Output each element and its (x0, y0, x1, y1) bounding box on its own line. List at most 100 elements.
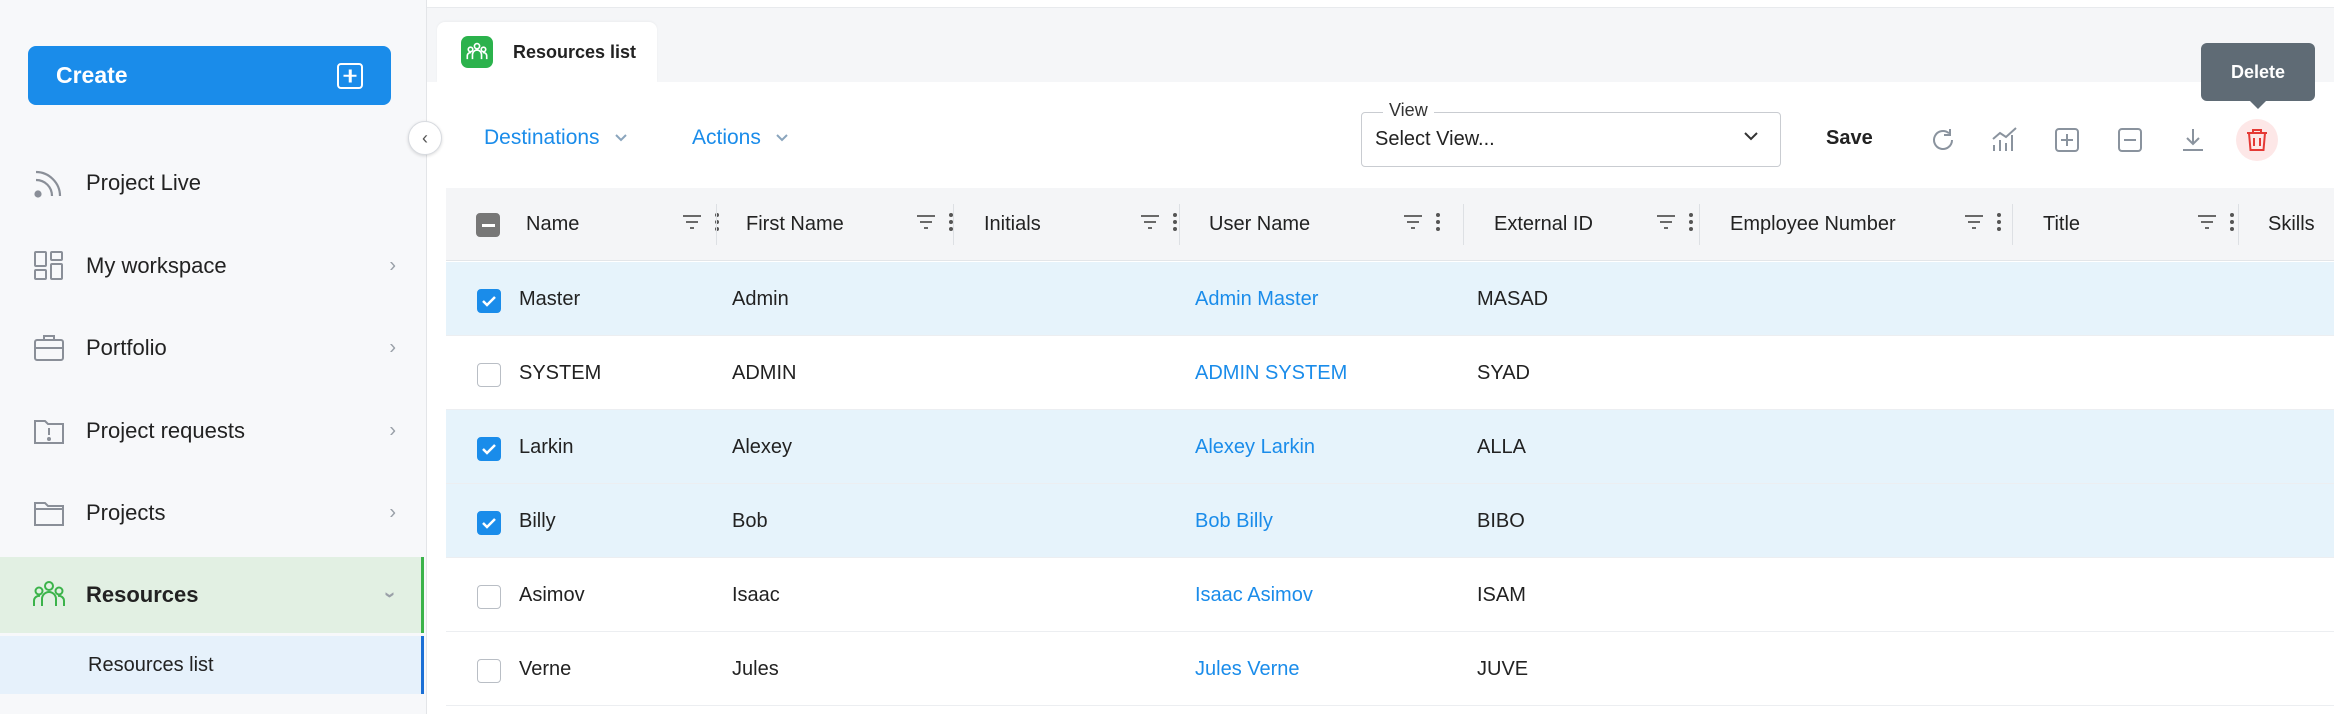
more-vertical-icon[interactable] (1688, 212, 1694, 238)
table-row[interactable]: Verne Jules Jules Verne JUVE (446, 632, 2334, 706)
cell-name: Asimov (519, 583, 585, 606)
column-label: Title (2043, 213, 2081, 235)
table-row[interactable]: Larkin Alexey Alexey Larkin ALLA (446, 410, 2334, 484)
create-label: Create (56, 62, 128, 88)
table-row[interactable]: Billy Bob Bob Billy BIBO (446, 484, 2334, 558)
cell-first-name: Bob (732, 509, 768, 532)
folder-alert-icon (32, 414, 66, 448)
cell-external-id: ISAM (1477, 583, 1526, 606)
collapse-minus-icon[interactable] (2112, 122, 2148, 158)
expand-plus-icon[interactable] (2049, 122, 2085, 158)
cell-user-name-link[interactable]: ADMIN SYSTEM (1195, 336, 1347, 410)
sidebar-item-project-live[interactable]: Project Live (0, 145, 424, 221)
column-separator[interactable] (2012, 204, 2013, 245)
table-row[interactable]: Master Admin Admin Master MASAD (446, 262, 2334, 336)
sidebar-item-portfolio[interactable]: Portfolio › (0, 310, 424, 386)
filter-icon[interactable] (1403, 213, 1423, 236)
sidebar-item-label: Project Live (86, 170, 201, 195)
column-separator[interactable] (716, 204, 717, 245)
cell-first-name: Admin (732, 287, 789, 310)
sidebar-item-projects[interactable]: Projects › (0, 475, 424, 551)
column-separator[interactable] (1699, 204, 1700, 245)
column-header-external-id[interactable]: External ID (1494, 188, 1714, 261)
chevron-down-icon (614, 130, 628, 146)
destinations-dropdown[interactable]: Destinations (484, 126, 628, 150)
collapse-sidebar-button[interactable]: ‹ (408, 121, 442, 155)
delete-tooltip: Delete (2201, 43, 2315, 101)
sidebar-item-resources[interactable]: Resources › (0, 557, 424, 633)
cell-external-id: MASAD (1477, 287, 1549, 310)
cell-name: SYSTEM (519, 361, 602, 384)
filter-icon[interactable] (682, 213, 702, 236)
cell-name: Larkin (519, 435, 574, 458)
save-button[interactable]: Save (1826, 127, 1873, 150)
chart-icon[interactable] (1987, 122, 2023, 158)
destinations-label: Destinations (484, 126, 600, 149)
chevron-right-icon: › (389, 336, 396, 359)
filter-icon[interactable] (1964, 213, 1984, 236)
column-header-initials[interactable]: Initials (984, 188, 1184, 261)
filter-icon[interactable] (1656, 213, 1676, 236)
sidebar-subitem-resources-list[interactable]: Resources list (0, 636, 424, 694)
row-checkbox[interactable] (477, 511, 501, 535)
select-all-checkbox[interactable] (476, 213, 500, 237)
filter-icon[interactable] (1140, 213, 1160, 236)
refresh-icon[interactable] (1925, 122, 1961, 158)
plus-box-icon (337, 62, 363, 89)
column-separator[interactable] (2238, 204, 2239, 245)
chevron-right-icon: › (389, 419, 396, 442)
actions-label: Actions (692, 126, 761, 149)
column-label: Initials (984, 213, 1041, 235)
sidebar-item-label: Portfolio (86, 335, 167, 360)
row-checkbox[interactable] (477, 659, 501, 683)
download-icon[interactable] (2175, 122, 2211, 158)
filter-icon[interactable] (916, 213, 936, 236)
cell-user-name-link[interactable]: Isaac Asimov (1195, 558, 1313, 632)
delete-trash-icon[interactable] (2236, 119, 2278, 161)
column-separator[interactable] (953, 204, 954, 245)
sidebar-item-label: My workspace (86, 253, 227, 278)
column-header-title[interactable]: Title (2043, 188, 2253, 261)
row-checkbox[interactable] (477, 437, 501, 461)
view-select-value: Select View... (1375, 128, 1495, 150)
briefcase-icon (32, 331, 66, 365)
sidebar-item-label: Resources (86, 582, 199, 607)
cell-user-name-link[interactable]: Bob Billy (1195, 484, 1273, 558)
cell-user-name-link[interactable]: Alexey Larkin (1195, 410, 1315, 484)
row-checkbox[interactable] (477, 585, 501, 609)
column-label: Employee Number (1730, 213, 1896, 235)
column-header-employee-number[interactable]: Employee Number (1730, 188, 2020, 261)
sidebar-item-label: Projects (86, 500, 166, 525)
row-checkbox[interactable] (477, 289, 501, 313)
sidebar-subitem-label: Resources list (88, 653, 214, 676)
more-vertical-icon[interactable] (1172, 212, 1178, 238)
cell-external-id: JUVE (1477, 657, 1529, 680)
column-header-first-name[interactable]: First Name (746, 188, 976, 261)
cell-first-name: Alexey (732, 435, 793, 458)
table-row[interactable]: SYSTEM ADMIN ADMIN SYSTEM SYAD (446, 336, 2334, 410)
cell-first-name: Isaac (732, 583, 780, 606)
cell-user-name-link[interactable]: Jules Verne (1195, 632, 1300, 706)
more-vertical-icon[interactable] (1996, 212, 2002, 238)
column-header-user-name[interactable]: User Name (1209, 188, 1469, 261)
more-vertical-icon[interactable] (1435, 212, 1441, 238)
cell-user-name-link[interactable]: Admin Master (1195, 262, 1318, 336)
more-vertical-icon[interactable] (2229, 212, 2235, 238)
create-button[interactable]: Create (28, 46, 391, 105)
cell-external-id: SYAD (1477, 361, 1530, 384)
filter-icon[interactable] (2197, 213, 2217, 236)
table-row[interactable]: Asimov Isaac Isaac Asimov ISAM (446, 558, 2334, 632)
more-vertical-icon[interactable] (714, 212, 720, 238)
column-separator[interactable] (1179, 204, 1180, 245)
actions-dropdown[interactable]: Actions (692, 126, 789, 150)
column-separator[interactable] (1463, 204, 1464, 245)
sidebar-item-my-workspace[interactable]: My workspace › (0, 228, 424, 304)
sidebar-item-project-requests[interactable]: Project requests › (0, 393, 424, 469)
column-header-skills[interactable]: Skills (2268, 188, 2334, 261)
column-label: Name (526, 213, 580, 235)
tab-resources-list[interactable]: Resources list (437, 22, 657, 82)
column-header-name[interactable]: Name (526, 188, 736, 261)
cell-name: Verne (519, 657, 572, 680)
chevron-down-icon: › (379, 591, 402, 599)
row-checkbox[interactable] (477, 363, 501, 387)
